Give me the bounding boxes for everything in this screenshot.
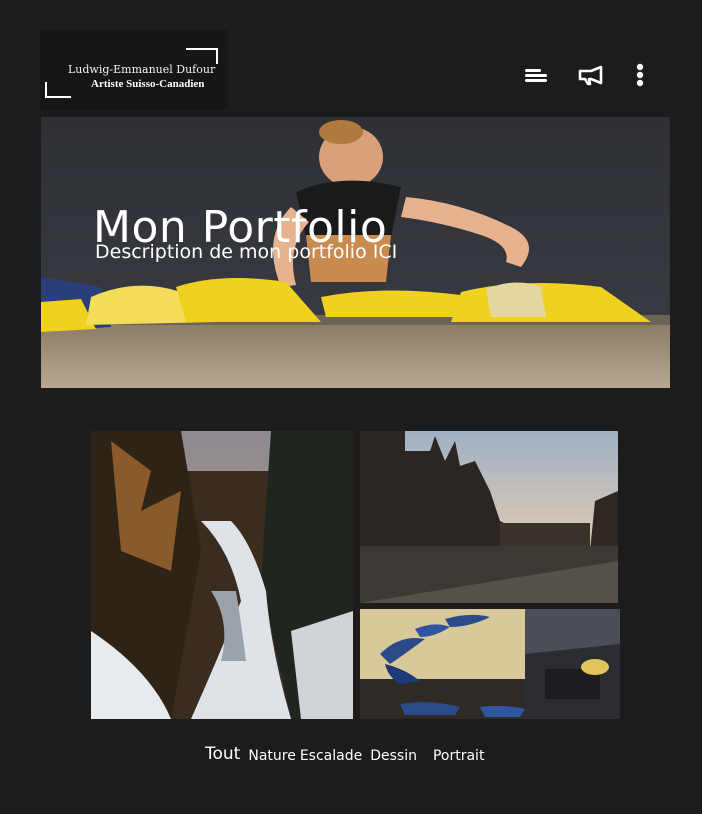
filter-nature[interactable]: Nature bbox=[248, 748, 295, 764]
menu-icon[interactable] bbox=[521, 60, 551, 90]
filter-dessin[interactable]: Dessin bbox=[370, 748, 417, 764]
logo-frame-corner bbox=[186, 48, 218, 64]
category-filter-bar: Tout Nature Escalade Dessin Portrait bbox=[205, 740, 492, 764]
photo-winter-forest[interactable] bbox=[91, 431, 353, 719]
logo-tagline: Artiste Suisso-Canadien bbox=[91, 78, 205, 90]
filter-tout[interactable]: Tout bbox=[205, 744, 240, 764]
filter-portrait[interactable]: Portrait bbox=[433, 748, 484, 764]
photo-climbing-holds[interactable] bbox=[360, 609, 620, 719]
hero-banner: Mon Portfolio Description de mon portfol… bbox=[41, 117, 670, 388]
logo-frame-corner bbox=[45, 82, 71, 98]
more-vertical-icon[interactable] bbox=[625, 60, 655, 90]
filter-escalade[interactable]: Escalade bbox=[300, 748, 362, 764]
site-logo[interactable]: Ludwig-Emmanuel Dufour Artiste Suisso-Ca… bbox=[40, 30, 228, 110]
megaphone-icon[interactable] bbox=[576, 60, 606, 90]
photo-cathedral-square[interactable] bbox=[360, 431, 618, 603]
hero-description: Description de mon portfolio ICI bbox=[95, 241, 398, 263]
logo-artist-name: Ludwig-Emmanuel Dufour bbox=[68, 63, 216, 76]
